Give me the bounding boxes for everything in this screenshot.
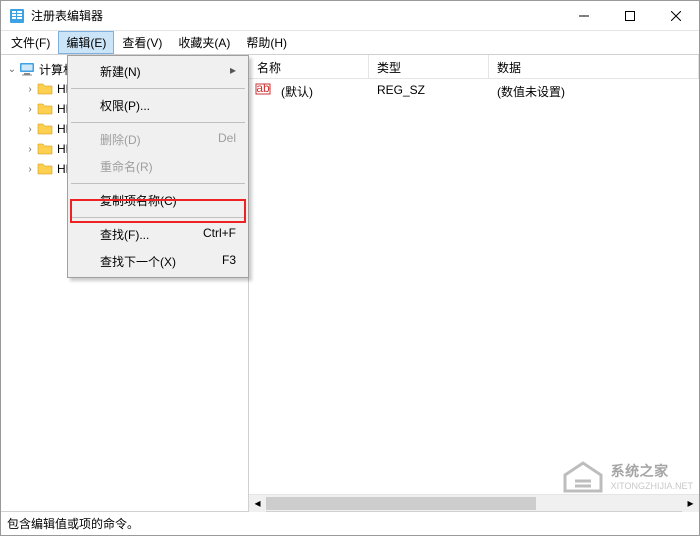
menu-help[interactable]: 帮助(H) — [238, 31, 295, 54]
folder-icon — [37, 121, 53, 137]
menu-separator — [71, 122, 245, 123]
statusbar: 包含编辑值或项的命令。 — [1, 511, 699, 535]
edit-menu-dropdown: 新建(N) ▸ 权限(P)... 删除(D) Del 重命名(R) 复制项名称(C)… — [67, 55, 249, 278]
titlebar: 注册表编辑器 — [1, 1, 699, 31]
expander-icon[interactable]: › — [23, 124, 37, 135]
menu-accel: Del — [218, 131, 236, 148]
folder-icon — [37, 101, 53, 117]
menu-separator — [71, 217, 245, 218]
col-name[interactable]: 名称 — [249, 55, 369, 78]
menu-rename: 重命名(R) — [70, 153, 246, 180]
cell-type: REG_SZ — [369, 81, 489, 102]
svg-text:ab: ab — [256, 81, 270, 95]
menu-accel: Ctrl+F — [203, 226, 236, 243]
menu-label: 新建(N) — [100, 63, 141, 80]
expander-icon[interactable]: › — [23, 104, 37, 115]
expander-icon[interactable]: ⌄ — [5, 64, 19, 75]
cell-data: (数值未设置) — [489, 81, 573, 102]
window-controls — [561, 1, 699, 30]
string-value-icon: ab — [255, 81, 271, 97]
menu-label: 查找下一个(X) — [100, 253, 176, 270]
col-type[interactable]: 类型 — [369, 55, 489, 78]
menu-permissions[interactable]: 权限(P)... — [70, 92, 246, 119]
close-button[interactable] — [653, 1, 699, 30]
menu-delete: 删除(D) Del — [70, 126, 246, 153]
scrollbar-horizontal[interactable]: ◂ ▸ — [249, 494, 699, 511]
submenu-arrow-icon: ▸ — [230, 63, 236, 80]
cell-name: (默认) — [273, 81, 369, 102]
menu-edit[interactable]: 编辑(E) — [58, 31, 114, 54]
folder-icon — [37, 141, 53, 157]
minimize-button[interactable] — [561, 1, 607, 30]
menu-separator — [71, 183, 245, 184]
menu-copy-key-name[interactable]: 复制项名称(C) — [70, 187, 246, 214]
menu-find[interactable]: 查找(F)... Ctrl+F — [70, 221, 246, 248]
menu-separator — [71, 88, 245, 89]
scroll-left-button[interactable]: ◂ — [249, 495, 266, 512]
menu-accel: F3 — [222, 253, 236, 270]
expander-icon[interactable]: › — [23, 84, 37, 95]
menu-new[interactable]: 新建(N) ▸ — [70, 58, 246, 85]
regedit-icon — [9, 8, 25, 24]
menu-find-next[interactable]: 查找下一个(X) F3 — [70, 248, 246, 275]
menu-label: 重命名(R) — [100, 158, 153, 175]
list-pane: 名称 类型 数据 ab (默认) REG_SZ (数值未设置) ◂ ▸ — [249, 55, 699, 511]
menu-file[interactable]: 文件(F) — [3, 31, 58, 54]
scroll-track[interactable] — [266, 495, 682, 511]
scroll-thumb[interactable] — [266, 497, 536, 510]
expander-icon[interactable]: › — [23, 164, 37, 175]
window-title: 注册表编辑器 — [31, 7, 561, 24]
menu-label: 查找(F)... — [100, 226, 149, 243]
menu-label: 删除(D) — [100, 131, 141, 148]
list-body: ab (默认) REG_SZ (数值未设置) — [249, 79, 699, 494]
list-header: 名称 类型 数据 — [249, 55, 699, 79]
menu-label: 权限(P)... — [100, 97, 150, 114]
computer-icon — [19, 61, 35, 77]
menu-favorites[interactable]: 收藏夹(A) — [170, 31, 238, 54]
col-data[interactable]: 数据 — [489, 55, 699, 78]
folder-icon — [37, 161, 53, 177]
menu-view[interactable]: 查看(V) — [114, 31, 170, 54]
list-row[interactable]: ab (默认) REG_SZ (数值未设置) — [249, 79, 699, 104]
status-text: 包含编辑值或项的命令。 — [7, 515, 139, 532]
menu-label: 复制项名称(C) — [100, 192, 177, 209]
scroll-right-button[interactable]: ▸ — [682, 495, 699, 512]
maximize-button[interactable] — [607, 1, 653, 30]
menubar: 文件(F) 编辑(E) 查看(V) 收藏夹(A) 帮助(H) — [1, 31, 699, 55]
expander-icon[interactable]: › — [23, 144, 37, 155]
folder-icon — [37, 81, 53, 97]
